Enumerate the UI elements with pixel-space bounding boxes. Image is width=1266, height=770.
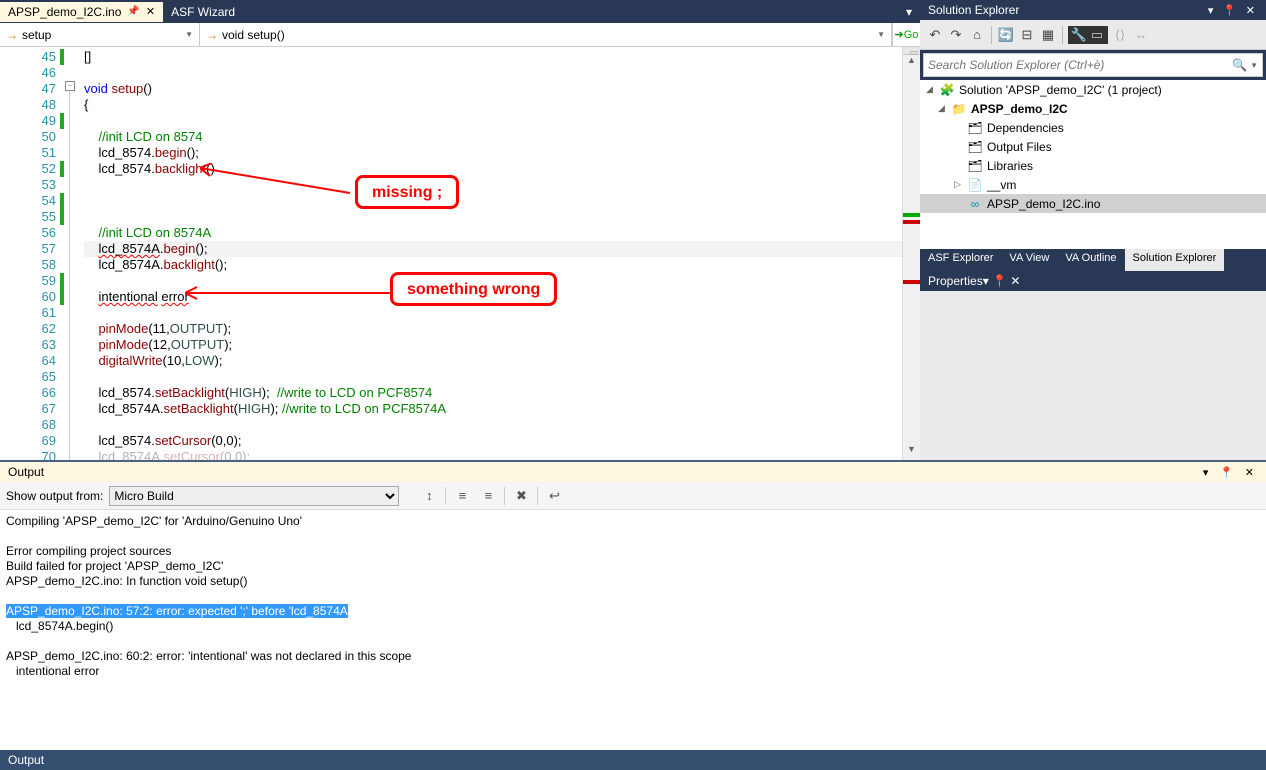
panel-menu-icon[interactable]: ▾ [1199,467,1213,479]
line-number-gutter: 4546474849505152535455565758596061626364… [0,47,60,460]
tree-row[interactable]: 🗂Dependencies [920,118,1266,137]
function-icon: → [206,28,218,42]
properties-icon[interactable]: 🔧 [1070,26,1088,44]
solution-tab[interactable]: Solution Explorer [1125,249,1225,271]
close-icon[interactable]: ✕ [1241,467,1258,479]
output-source-dropdown[interactable]: Micro Build [109,486,399,506]
tree-row[interactable]: ◢📁APSP_demo_I2C [920,99,1266,118]
search-icon[interactable]: 🔍 [1232,58,1247,72]
sync-icon: ↔ [1132,26,1150,44]
clear-icon[interactable]: ✖ [511,486,531,506]
output-panel: Output ▾ 📍 ✕ Show output from: Micro Bui… [0,460,1266,770]
solution-search-input[interactable] [928,58,1232,72]
tree-row[interactable]: 🗂Output Files [920,137,1266,156]
tree-row[interactable]: ▷📄__vm [920,175,1266,194]
solution-tab[interactable]: VA View [1001,249,1057,271]
tab-label: ASF Wizard [171,5,235,19]
document-tab-bar: APSP_demo_I2C.ino 📌 ✕ ASF Wizard ▾ [0,0,920,23]
close-icon[interactable]: ✕ [146,5,155,18]
nav-icon: ⟨⟩ [1111,26,1129,44]
function-icon: → [6,28,18,42]
indent-right-icon[interactable]: ≡ [478,486,498,506]
close-icon[interactable]: ✕ [1010,274,1020,288]
pin-icon[interactable]: 📍 [992,274,1007,288]
panel-title: Properties [928,274,983,288]
pin-icon[interactable]: 📍 [1216,467,1238,479]
output-title-label: Output [8,465,44,479]
scroll-down-button[interactable]: ▼ [903,444,920,460]
solution-search[interactable]: 🔍 ▼ [923,53,1263,77]
editor-nav-bar: → setup ▼ → void setup() ▼ ➔Go [0,23,920,47]
goto-icon[interactable]: ↕ [419,486,439,506]
solution-explorer-header: Solution Explorer ▾ 📍 ✕ [920,0,1266,20]
show-all-icon[interactable]: ▦ [1039,26,1057,44]
scroll-up-button[interactable]: ▲ [903,55,920,71]
chevron-down-icon: ▼ [185,30,193,39]
editor-scrollbar[interactable]: ▭ ▲ ▼ [902,47,920,460]
wrap-icon[interactable]: ↩ [544,486,564,506]
output-text[interactable]: Compiling 'APSP_demo_I2C' for 'Arduino/G… [0,510,1266,750]
close-icon[interactable]: ✕ [1243,5,1258,17]
panel-menu-icon[interactable]: ▾ [983,274,989,288]
show-output-from-label: Show output from: [6,489,103,503]
home-icon[interactable]: ⌂ [968,26,986,44]
scope-dropdown[interactable]: → setup ▼ [0,23,200,46]
member-dropdown[interactable]: → void setup() ▼ [200,23,892,46]
solution-toolbar: ↶ ↷ ⌂ 🔄 ⊟ ▦ 🔧 ▭ ⟨⟩ ↔ [920,20,1266,50]
code-editor[interactable]: 4546474849505152535455565758596061626364… [0,47,920,460]
chevron-down-icon: ▼ [877,30,885,39]
go-button[interactable]: ➔Go [892,23,920,46]
tab-active-file[interactable]: APSP_demo_I2C.ino 📌 ✕ [0,2,163,22]
forward-icon[interactable]: ↷ [947,26,965,44]
outline-collapse-toggle[interactable]: − [65,81,75,91]
panel-title: Solution Explorer [928,3,1019,17]
solution-tab[interactable]: VA Outline [1057,249,1124,271]
scope-label: setup [22,28,51,42]
pin-icon[interactable]: 📌 [127,6,139,17]
tab-overflow-button[interactable]: ▾ [898,5,920,19]
panel-menu-icon[interactable]: ▾ [1205,5,1217,17]
search-chevron-icon[interactable]: ▼ [1250,61,1258,70]
output-tab[interactable]: Output [0,750,1266,770]
tree-row[interactable]: 🗂Libraries [920,156,1266,175]
indent-left-icon[interactable]: ≡ [452,486,472,506]
tab-asf-wizard[interactable]: ASF Wizard [163,2,243,22]
output-toolbar: Show output from: Micro Build ↕ ≡ ≡ ✖ ↩ [0,482,1266,510]
tree-row[interactable]: ∞APSP_demo_I2C.ino [920,194,1266,213]
go-arrow-icon: ➔ [895,28,904,41]
back-icon[interactable]: ↶ [926,26,944,44]
code-content[interactable]: []void setup(){ //init LCD on 8574 lcd_8… [60,47,902,460]
solution-tree[interactable]: ◢🧩Solution 'APSP_demo_I2C' (1 project)◢📁… [920,80,1266,249]
tree-row[interactable]: ◢🧩Solution 'APSP_demo_I2C' (1 project) [920,80,1266,99]
collapse-icon[interactable]: ⊟ [1018,26,1036,44]
properties-body [920,291,1266,460]
output-title-bar: Output ▾ 📍 ✕ [0,462,1266,482]
tab-label: APSP_demo_I2C.ino [8,5,121,19]
properties-header: Properties ▾ 📍 ✕ [920,271,1266,291]
pin-icon[interactable]: 📍 [1220,5,1240,17]
refresh-icon[interactable]: 🔄 [997,26,1015,44]
split-handle[interactable]: ▭ [903,47,920,55]
solution-tab-strip: ASF ExplorerVA ViewVA OutlineSolution Ex… [920,249,1266,271]
preview-icon[interactable]: ▭ [1088,26,1106,44]
member-label: void setup() [222,28,285,42]
solution-tab[interactable]: ASF Explorer [920,249,1001,271]
